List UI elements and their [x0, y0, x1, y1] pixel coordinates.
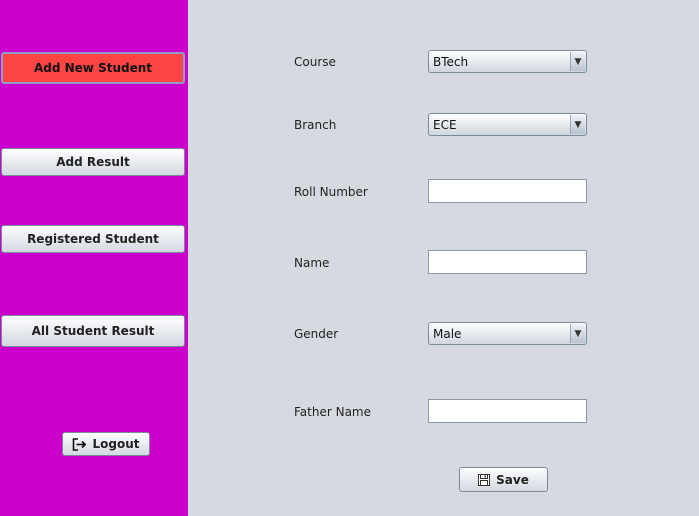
add-result-button[interactable]: Add Result [1, 148, 185, 176]
name-label: Name [294, 256, 330, 270]
father-name-field[interactable] [428, 399, 587, 423]
all-student-result-label: All Student Result [31, 324, 155, 338]
floppy-disk-icon [478, 473, 491, 486]
registered-student-label: Registered Student [27, 232, 159, 246]
gender-label: Gender [294, 327, 339, 341]
branch-value: ECE [433, 117, 457, 132]
gender-select[interactable]: Male ▼ [428, 322, 587, 345]
father-name-label: Father Name [294, 405, 371, 419]
add-result-label: Add Result [56, 155, 130, 169]
logout-label: Logout [92, 437, 140, 451]
chevron-down-icon[interactable]: ▼ [570, 52, 585, 71]
save-button[interactable]: Save [459, 467, 548, 492]
branch-select[interactable]: ECE ▼ [428, 113, 587, 136]
logout-icon [72, 437, 87, 451]
sidebar: Add New Student Add Result Registered St… [0, 0, 188, 516]
add-new-student-label: Add New Student [33, 61, 153, 75]
app-window: Add New Student Add Result Registered St… [0, 0, 699, 516]
registered-student-button[interactable]: Registered Student [1, 225, 185, 253]
gender-value: Male [433, 326, 462, 341]
course-label: Course [294, 55, 336, 69]
course-value: BTech [433, 54, 469, 69]
branch-label: Branch [294, 118, 337, 132]
roll-number-label: Roll Number [294, 185, 368, 199]
save-label: Save [496, 472, 529, 487]
course-select[interactable]: BTech ▼ [428, 50, 587, 73]
chevron-down-icon[interactable]: ▼ [570, 115, 585, 134]
chevron-down-icon[interactable]: ▼ [570, 324, 585, 343]
add-new-student-button[interactable]: Add New Student [1, 52, 185, 84]
all-student-result-button[interactable]: All Student Result [1, 315, 185, 347]
roll-number-field[interactable] [428, 179, 587, 203]
logout-button[interactable]: Logout [62, 432, 150, 456]
name-field[interactable] [428, 250, 587, 274]
